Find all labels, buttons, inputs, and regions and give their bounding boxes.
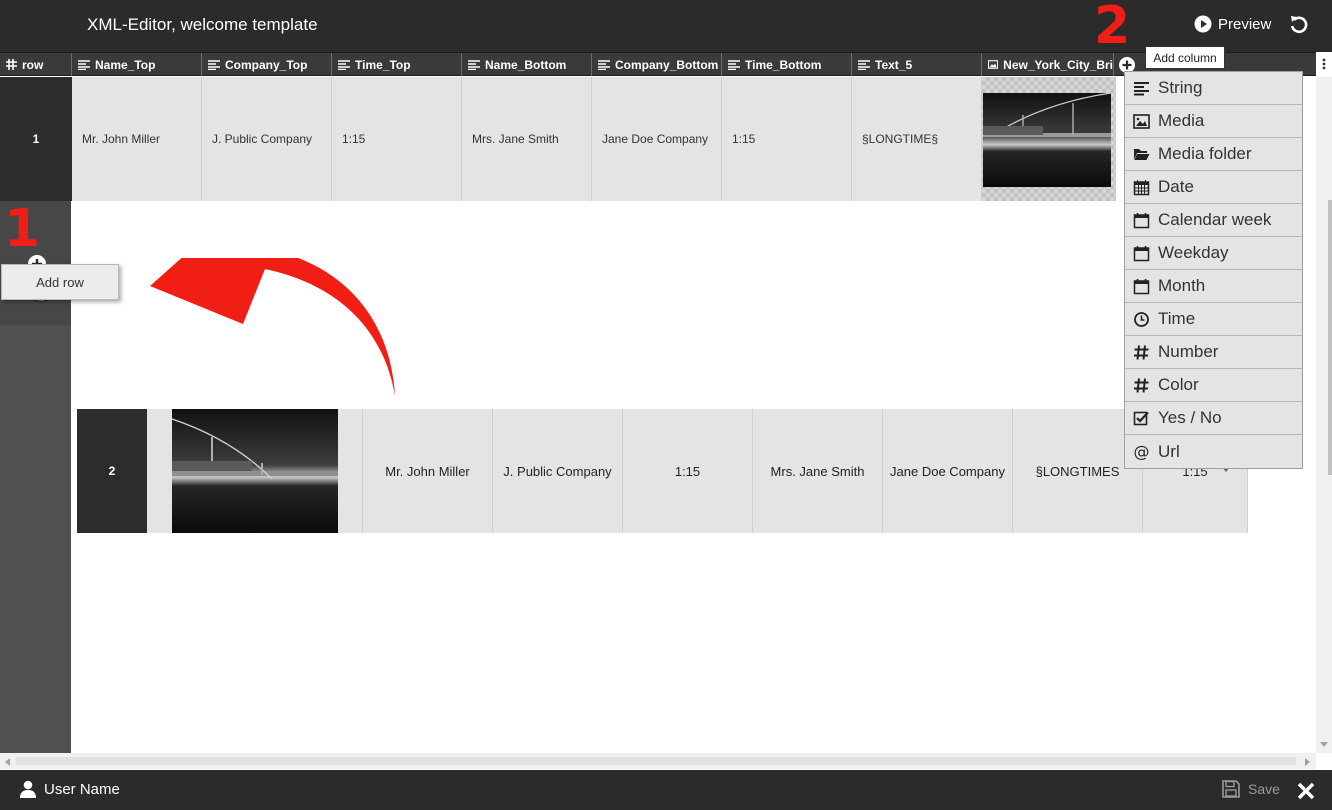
reload-icon[interactable] [1288, 14, 1310, 36]
save-label: Save [1248, 781, 1280, 797]
scroll-right-arrow-icon[interactable] [1303, 757, 1311, 767]
text-lines-icon [338, 59, 350, 70]
table-cell[interactable]: J. Public Company [493, 409, 623, 533]
text-lines-icon [208, 59, 220, 70]
svg-text:@: @ [1134, 443, 1150, 460]
checkbox-icon [1133, 411, 1149, 425]
image-icon [988, 60, 999, 69]
app-title: XML-Editor, welcome template [87, 15, 318, 34]
add-column-tooltip: Add column [1145, 46, 1225, 69]
city-bridge-image [172, 409, 338, 533]
column-header-name-top[interactable]: Name_Top [72, 53, 202, 76]
row-number-strip-lower [0, 325, 71, 753]
column-header-time-top[interactable]: Time_Top [332, 53, 462, 76]
red-curved-arrow [150, 258, 395, 398]
table-cell[interactable]: Mrs. Jane Smith [753, 409, 883, 533]
menu-item-calendar-week[interactable]: Calendar week [1125, 204, 1302, 237]
hash-icon [6, 59, 17, 70]
table-cell[interactable]: 1:15 [332, 77, 462, 201]
row-number-cell[interactable]: 2 [77, 409, 147, 533]
menu-item-yes-no[interactable]: Yes / No [1125, 402, 1302, 435]
save-button[interactable]: Save [1222, 780, 1280, 798]
row-number-cell[interactable]: 1 [0, 77, 72, 201]
annotation-number-two: 2 [1094, 0, 1131, 56]
table-cell[interactable]: Jane Doe Company [883, 409, 1013, 533]
calendar-icon [1133, 212, 1150, 228]
column-type-menu: String Media Media folder Date Calendar … [1124, 71, 1303, 469]
table-cell[interactable]: 1:15 [722, 77, 852, 201]
annotation-number-one: 1 [4, 199, 41, 259]
column-header-text-5[interactable]: Text_5 [852, 53, 982, 76]
table-cell[interactable]: §LONGTIME§ [852, 77, 982, 201]
user-icon [20, 780, 36, 798]
calendar-grid-icon [1133, 179, 1150, 195]
folder-open-icon [1134, 148, 1150, 160]
play-icon [1194, 15, 1212, 33]
close-icon[interactable] [1297, 782, 1315, 800]
text-lines-icon [728, 59, 740, 70]
menu-item-number[interactable]: Number [1125, 336, 1302, 369]
text-lines-icon [1134, 81, 1149, 95]
text-lines-icon [78, 59, 90, 70]
user-info[interactable]: User Name [20, 780, 120, 798]
table-cell[interactable]: Mr. John Miller [72, 77, 202, 201]
table-row[interactable]: 2 Mr. John Miller J. Public Company 1:15… [77, 409, 1248, 533]
menu-item-color[interactable]: Color [1125, 369, 1302, 402]
calendar-icon [1133, 278, 1150, 294]
media-cell[interactable] [982, 77, 1116, 201]
table-cell[interactable]: Jane Doe Company [592, 77, 722, 201]
title-bar: XML-Editor, welcome template Preview [0, 0, 1332, 52]
user-name: User Name [44, 780, 120, 798]
calendar-icon [1133, 245, 1150, 261]
table-cell[interactable]: Mrs. Jane Smith [462, 77, 592, 201]
clock-icon [1134, 311, 1149, 327]
preview-button[interactable]: Preview [1194, 15, 1271, 33]
column-header-new-york-city[interactable]: New_York_City_Bri [982, 53, 1114, 76]
vertical-dots-icon [1322, 58, 1326, 70]
horizontal-scroll-thumb[interactable] [16, 757, 1296, 765]
menu-item-string[interactable]: String [1125, 72, 1302, 105]
media-cell[interactable] [147, 409, 363, 533]
city-bridge-image [983, 93, 1111, 187]
menu-item-media-folder[interactable]: Media folder [1125, 138, 1302, 171]
text-lines-icon [598, 59, 610, 70]
menu-item-url[interactable]: @ Url [1125, 435, 1302, 468]
vertical-scroll-thumb[interactable] [1328, 200, 1332, 475]
menu-item-weekday[interactable]: Weekday [1125, 237, 1302, 270]
table-cell[interactable]: Mr. John Miller [363, 409, 493, 533]
table-cell[interactable]: 1:15 [623, 409, 753, 533]
column-menu-icon[interactable] [1316, 52, 1332, 76]
at-icon: @ [1134, 443, 1150, 460]
column-header-row-number[interactable]: row [0, 53, 72, 76]
add-row-tooltip[interactable]: Add row [1, 264, 119, 300]
floppy-disk-icon [1222, 780, 1240, 798]
preview-label: Preview [1218, 15, 1272, 33]
column-header-name-bottom[interactable]: Name_Bottom [462, 53, 592, 76]
column-header-time-bottom[interactable]: Time_Bottom [722, 53, 852, 76]
column-header-company-top[interactable]: Company_Top [202, 53, 332, 76]
menu-item-time[interactable]: Time [1125, 303, 1302, 336]
footer-bar: User Name Save [0, 770, 1332, 810]
image-icon [1133, 113, 1150, 129]
scroll-left-arrow-icon[interactable] [4, 757, 12, 767]
column-header-company-bottom[interactable]: Company_Bottom [592, 53, 722, 76]
text-lines-icon [858, 59, 870, 70]
scroll-down-arrow-icon[interactable] [1319, 741, 1329, 749]
hash-icon [1134, 344, 1149, 360]
menu-item-media[interactable]: Media [1125, 105, 1302, 138]
table-cell[interactable]: J. Public Company [202, 77, 332, 201]
menu-item-month[interactable]: Month [1125, 270, 1302, 303]
text-lines-icon [468, 59, 480, 70]
menu-item-date[interactable]: Date [1125, 171, 1302, 204]
hash-icon [1134, 377, 1149, 393]
